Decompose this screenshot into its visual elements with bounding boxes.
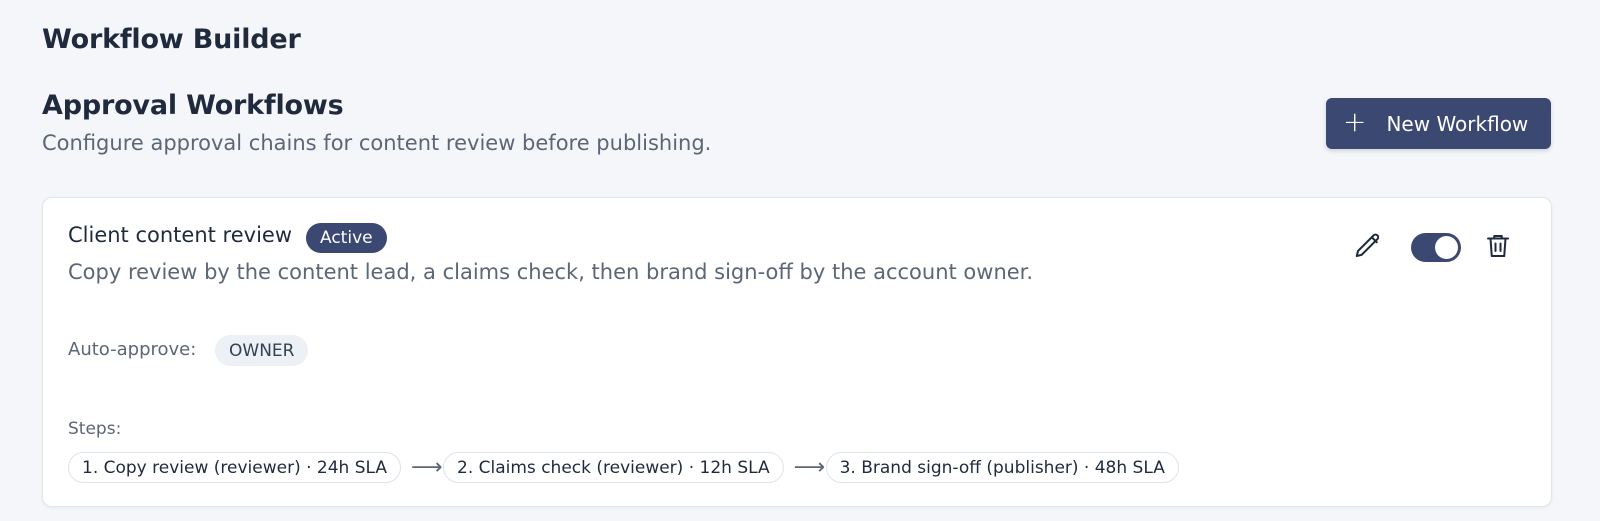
trash-icon[interactable]: [1483, 231, 1513, 261]
workflow-name: Client content review: [68, 223, 292, 247]
new-workflow-button[interactable]: + New Workflow: [1326, 98, 1551, 149]
plus-icon: +: [1343, 105, 1367, 138]
steps-label: Steps:: [68, 419, 122, 439]
pencil-icon[interactable]: [1353, 231, 1383, 261]
workflow-description: Copy review by the content lead, a claim…: [68, 260, 1034, 284]
step-chip: 3. Brand sign-off (publisher) · 48h SLA: [825, 452, 1179, 483]
arrow-right-icon: ⟶: [411, 455, 443, 480]
step-chip: 1. Copy review (reviewer) · 24h SLA: [68, 452, 402, 483]
workflow-builder-page: Workflow Builder Approval Workflows Conf…: [0, 0, 1600, 521]
toggle-knob: [1435, 236, 1458, 259]
status-badge: Active: [306, 223, 387, 253]
app-title: Workflow Builder: [42, 24, 301, 55]
workflow-card: Client content review Active Copy review…: [42, 197, 1552, 507]
steps-row: 1. Copy review (reviewer) · 24h SLA ⟶ 2.…: [68, 452, 1179, 483]
auto-approve-label: Auto-approve:: [68, 339, 197, 360]
section-subtitle: Configure approval chains for content re…: [42, 131, 712, 155]
new-workflow-label: New Workflow: [1386, 111, 1529, 136]
workflow-enabled-toggle[interactable]: [1411, 233, 1461, 262]
arrow-right-icon: ⟶: [793, 455, 826, 480]
step-chip: 2. Claims check (reviewer) · 12h SLA: [443, 452, 784, 483]
section-title: Approval Workflows: [42, 90, 344, 121]
auto-approve-role-chip: OWNER: [215, 335, 309, 366]
